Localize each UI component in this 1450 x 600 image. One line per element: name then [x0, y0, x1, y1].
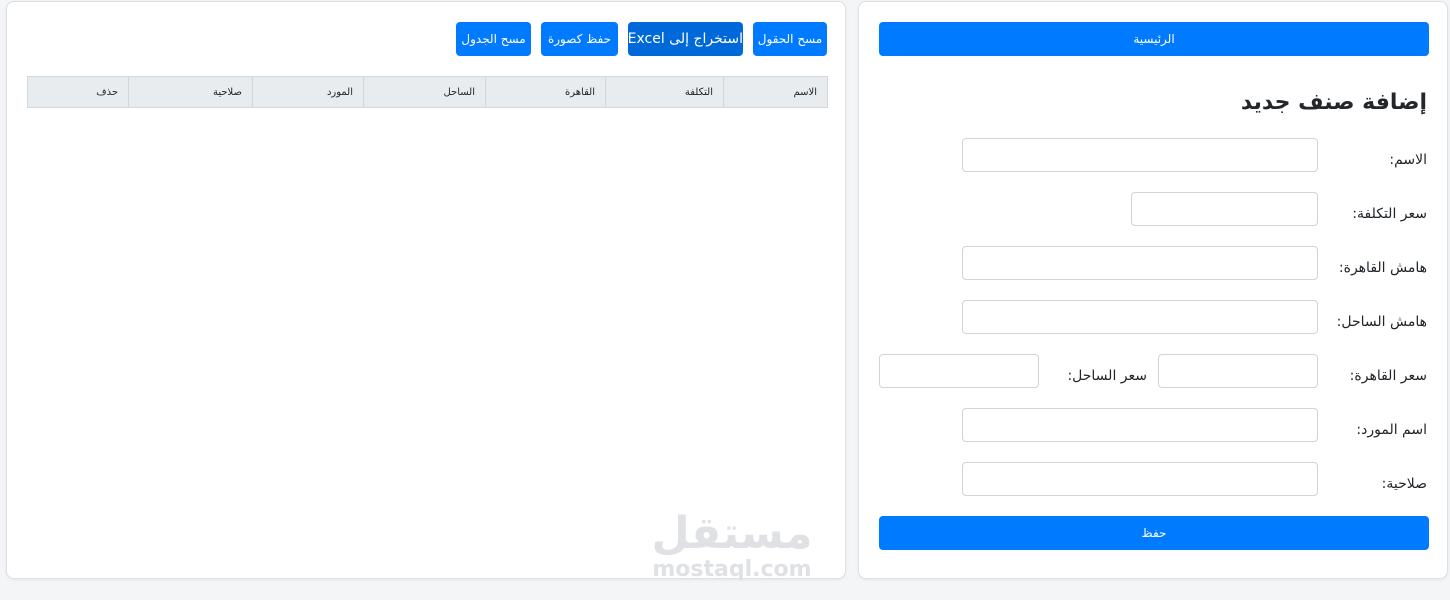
- validity-label: صلاحية:: [1381, 476, 1427, 492]
- save-as-image-button[interactable]: حفظ كصورة: [541, 22, 618, 56]
- cairo-price-input[interactable]: [1158, 354, 1318, 388]
- export-excel-button[interactable]: استخراج إلى Excel: [628, 22, 743, 56]
- coast-price-input[interactable]: [879, 354, 1039, 388]
- cairo-margin-label: هامش القاهرة:: [1338, 260, 1427, 276]
- add-item-form-panel: الرئيسية إضافة صنف جديد الاسم: سعر التكل…: [858, 1, 1448, 579]
- supplier-input[interactable]: [962, 408, 1318, 442]
- home-button[interactable]: الرئيسية: [879, 22, 1429, 56]
- clear-fields-button[interactable]: مسح الحقول: [753, 22, 827, 56]
- coast-margin-input[interactable]: [962, 300, 1318, 334]
- mostaql-watermark: مستقل mostaql.com: [647, 510, 817, 582]
- watermark-logo: مستقل: [651, 508, 813, 559]
- header-delete: حذف: [27, 76, 129, 108]
- header-validity: صلاحية: [128, 76, 253, 108]
- save-button[interactable]: حفظ: [879, 516, 1429, 550]
- items-table-panel: مسح الحقول استخراج إلى Excel حفظ كصورة م…: [6, 1, 846, 582]
- header-supplier: المورد: [252, 76, 364, 108]
- clear-table-button[interactable]: مسح الجدول: [456, 22, 531, 56]
- cost-label: سعر التكلفة:: [1352, 206, 1427, 222]
- table-header-row: الاسم التكلفة القاهرة الساحل المورد صلاح…: [27, 76, 828, 108]
- coast-price-label: سعر الساحل:: [1067, 368, 1147, 384]
- name-label: الاسم:: [1389, 152, 1427, 168]
- watermark-text: mostaql.com: [652, 557, 812, 582]
- form-title: إضافة صنف جديد: [1240, 90, 1427, 115]
- coast-margin-label: هامش الساحل:: [1336, 314, 1427, 330]
- header-coast: الساحل: [363, 76, 486, 108]
- header-cost: التكلفة: [605, 76, 724, 108]
- name-input[interactable]: [962, 138, 1318, 172]
- cairo-margin-input[interactable]: [962, 246, 1318, 280]
- validity-input[interactable]: [962, 462, 1318, 496]
- cost-input[interactable]: [1131, 192, 1318, 226]
- header-name: الاسم: [723, 76, 828, 108]
- cairo-price-label: سعر القاهرة:: [1349, 368, 1427, 384]
- header-cairo: القاهرة: [485, 76, 606, 108]
- supplier-label: اسم المورد:: [1356, 422, 1427, 438]
- items-table: الاسم التكلفة القاهرة الساحل المورد صلاح…: [27, 76, 828, 108]
